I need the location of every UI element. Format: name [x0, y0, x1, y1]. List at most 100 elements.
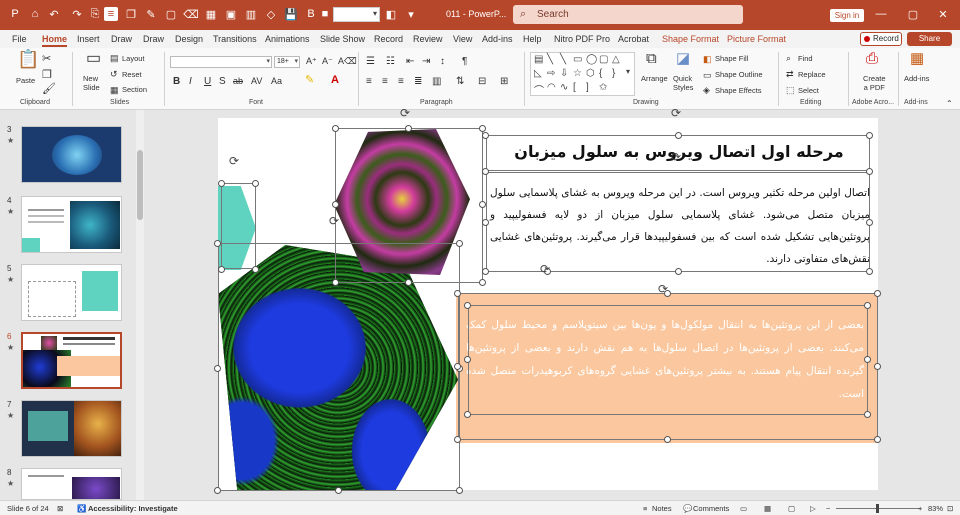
tab-review[interactable]: Review [413, 34, 443, 44]
zoom-slider-thumb[interactable] [876, 504, 879, 513]
find-icon[interactable]: ⌕ [786, 53, 791, 64]
sign-in-button[interactable]: Sign in [830, 9, 864, 22]
quick-styles-button[interactable]: Quick Styles [673, 74, 693, 92]
resize-handle[interactable] [332, 279, 339, 286]
resize-handle[interactable] [482, 268, 489, 275]
decrease-indent-icon[interactable]: ⇤ [406, 56, 414, 67]
resize-handle[interactable] [675, 132, 682, 139]
add-ins-icon[interactable]: ▦ [910, 51, 924, 66]
resize-handle[interactable] [479, 201, 486, 208]
shape-brace2-icon[interactable]: } [612, 68, 615, 79]
tab-file[interactable]: File [12, 34, 27, 44]
case-icon[interactable]: Aa [271, 76, 282, 87]
clear-format-icon[interactable]: A⌫ [338, 56, 357, 67]
shadow-icon[interactable]: S [219, 76, 226, 87]
spellcheck-icon[interactable]: ⊠ [57, 504, 63, 513]
reset-icon[interactable]: ↺ [110, 69, 118, 80]
tab-home[interactable]: Home [42, 34, 68, 47]
tab-animations[interactable]: Animations [265, 34, 310, 44]
numbering-icon[interactable]: ☷ [386, 56, 395, 67]
paste-icon[interactable]: 📋 [17, 50, 39, 68]
reading-view-icon[interactable]: ▢ [788, 504, 795, 513]
fit-slide-icon[interactable]: ⊡ [947, 504, 953, 513]
resize-handle[interactable] [479, 279, 486, 286]
tab-add-ins[interactable]: Add-ins [482, 34, 513, 44]
shape-effects-button[interactable]: Shape Effects [715, 86, 762, 95]
align-left-icon[interactable]: ≡ [366, 76, 372, 87]
shape-bracket2-icon[interactable]: ] [586, 82, 589, 93]
slide-thumbnail-6[interactable] [21, 332, 122, 389]
shape-rounded-icon[interactable]: ▢ [599, 54, 608, 65]
increase-indent-icon[interactable]: ⇥ [422, 56, 430, 67]
autosave-icon[interactable]: ⌂ [28, 7, 42, 21]
quick-font-dropdown[interactable] [333, 7, 380, 22]
resize-handle[interactable] [482, 132, 489, 139]
resize-handle[interactable] [664, 436, 671, 443]
shape-textbox-icon[interactable]: ▤ [534, 54, 543, 65]
shape-brace-icon[interactable]: { [599, 68, 602, 79]
comments-button[interactable]: Comments [693, 504, 729, 513]
section-icon[interactable]: ▦ [110, 85, 119, 96]
clear-icon[interactable]: ⌫ [183, 7, 199, 21]
rotate-handle-icon[interactable]: ⟳ [229, 154, 239, 168]
shape-triangle-icon[interactable]: △ [612, 54, 620, 65]
highlight-icon[interactable]: ✎ [305, 75, 314, 86]
zoom-level[interactable]: 83% [928, 504, 943, 513]
bold-ribbon-icon[interactable]: B [173, 76, 180, 87]
slide-thumbnail-3[interactable] [21, 126, 122, 183]
scrollbar-thumb[interactable] [137, 150, 143, 220]
resize-handle[interactable] [214, 487, 221, 494]
close-icon[interactable]: ✕ [936, 7, 950, 21]
replace-icon[interactable]: ⇄ [786, 69, 794, 80]
resize-handle[interactable] [456, 487, 463, 494]
resize-handle[interactable] [454, 363, 461, 370]
replace-button[interactable]: Replace [798, 70, 826, 79]
resize-handle[interactable] [866, 132, 873, 139]
rotate-handle-icon[interactable]: ⟳ [671, 106, 681, 120]
shape-star-icon[interactable]: ☆ [573, 68, 582, 79]
gallery-more-icon[interactable]: ▾ [626, 67, 630, 76]
tab-slide-show[interactable]: Slide Show [320, 34, 365, 44]
font-size-dropdown[interactable]: 18+ [274, 56, 300, 68]
font-name-dropdown[interactable] [170, 56, 272, 68]
tab-draw-2[interactable]: Draw [143, 34, 164, 44]
slide-thumbnail-7[interactable] [21, 400, 122, 457]
select-icon[interactable]: ⬚ [786, 85, 795, 96]
shapes-gallery[interactable]: ▤ ╲ ╲ ▭ ◯ ▢ △ ◺ ⇨ ⇩ ☆ ⬡ { } ⌒ ◠ ∿ [ ] ✩ … [530, 52, 635, 97]
increase-font-icon[interactable]: A⁺ [306, 56, 317, 67]
resize-handle[interactable] [405, 279, 412, 286]
table-icon[interactable]: ▦ [204, 7, 218, 21]
layout-ribbon-icon[interactable]: ▤ [110, 53, 119, 64]
resize-handle[interactable] [479, 125, 486, 132]
layout-button[interactable]: Layout [122, 54, 145, 63]
shape-outline-button[interactable]: Shape Outline [715, 70, 763, 79]
redo-icon[interactable]: ↷ [70, 7, 84, 21]
resize-handle[interactable] [866, 219, 873, 226]
paste-label[interactable]: Paste [16, 76, 35, 85]
resize-handle[interactable] [464, 356, 471, 363]
cut-icon[interactable]: ✂ [42, 54, 51, 65]
section-button[interactable]: Section [122, 85, 147, 94]
italic-icon[interactable]: I [189, 76, 192, 87]
resize-handle[interactable] [454, 290, 461, 297]
shape-bracket-icon[interactable]: [ [573, 82, 576, 93]
maximize-icon[interactable]: ▢ [906, 7, 920, 21]
zoom-in-icon[interactable]: + [918, 504, 922, 513]
resize-handle[interactable] [866, 268, 873, 275]
chart-icon[interactable]: ▥ [244, 7, 258, 21]
create-pdf-icon[interactable]: ⎙ [866, 51, 878, 66]
tab-picture-format[interactable]: Picture Format [727, 34, 786, 44]
resize-handle[interactable] [214, 365, 221, 372]
tab-nitro-pdf[interactable]: Nitro PDF Pro [554, 34, 610, 44]
add-ins-button[interactable]: Add-ins [904, 74, 929, 83]
save-icon[interactable]: 💾 [284, 7, 298, 21]
tab-insert[interactable]: Insert [77, 34, 100, 44]
search-box[interactable]: ⌕ Search [513, 5, 743, 24]
reset-button[interactable]: Reset [122, 70, 142, 79]
resize-handle[interactable] [482, 219, 489, 226]
rotate-handle-icon[interactable]: ⟳ [658, 282, 668, 296]
strikethrough-icon[interactable]: ab [233, 76, 243, 87]
resize-handle[interactable] [332, 201, 339, 208]
shape-hexagon-icon[interactable]: ⬡ [586, 68, 595, 79]
resize-handle[interactable] [218, 266, 225, 273]
